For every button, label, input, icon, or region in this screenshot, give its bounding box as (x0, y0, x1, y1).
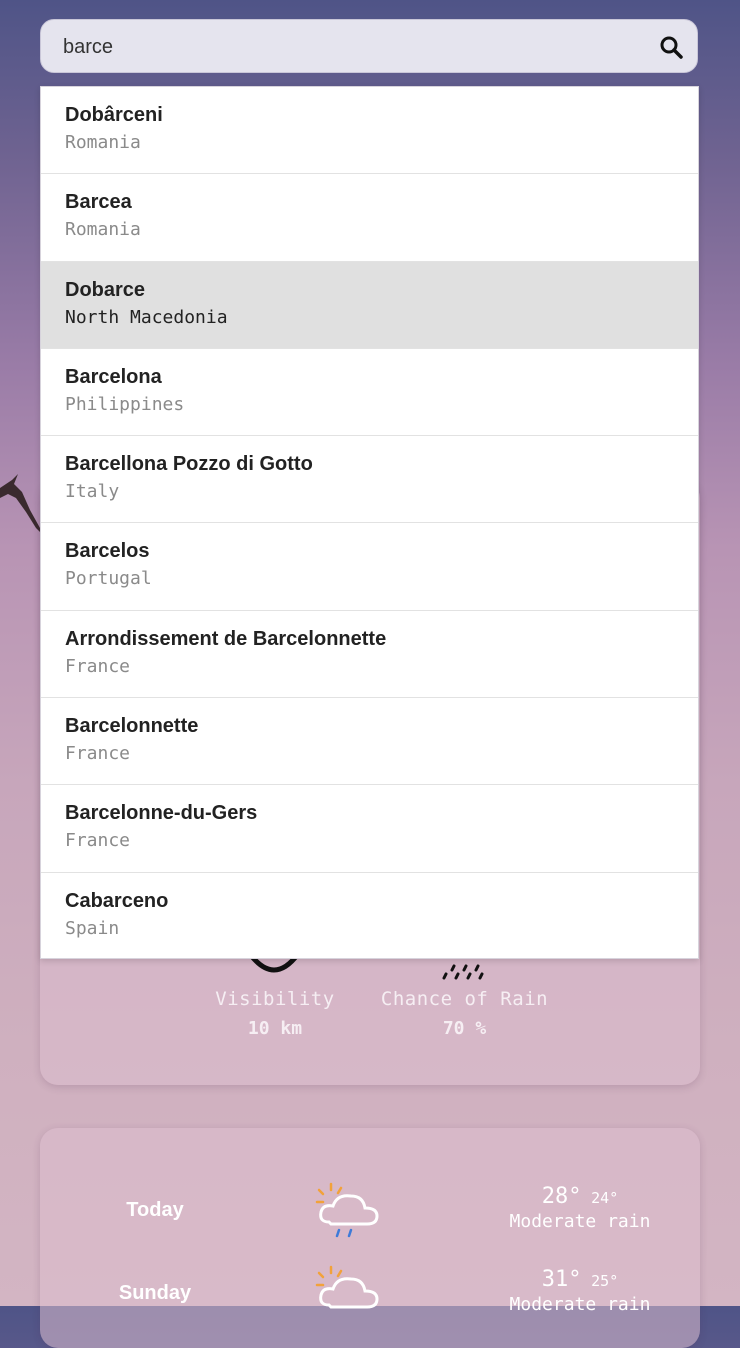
suggestion-item[interactable]: Barcea Romania (41, 174, 698, 262)
suggestion-country: Italy (65, 481, 120, 503)
suggestion-city: Barcelos (65, 540, 150, 563)
suggestion-city: Dobarce (65, 278, 146, 301)
suggestion-country: Spain (65, 917, 120, 939)
suggestion-city: Barcelonnette (65, 715, 199, 738)
forecast-condition: Moderate rain (509, 1211, 651, 1232)
forecast-low: 25° (591, 1272, 619, 1290)
rain-stat: Chance of Rain 70 % (372, 988, 557, 1039)
suggestion-city: Arrondissement de Barcelonnette (65, 627, 387, 650)
search-input[interactable] (61, 20, 645, 74)
forecast-row: Sunday 31° 25° Moderate rain (40, 1265, 700, 1325)
suggestion-country: Romania (65, 132, 141, 153)
suggestion-item[interactable]: Barcelos Portugal (41, 523, 698, 611)
visibility-stat: Visibility 10 km (205, 988, 345, 1039)
suggestion-item[interactable]: Barcelona Philippines (41, 349, 698, 437)
sun-cloud-rain-icon (315, 1265, 379, 1309)
suggestion-item[interactable]: Arrondissement de Barcelonnette France (41, 611, 698, 699)
suggestion-item[interactable]: Cabarceno Spain (41, 873, 698, 960)
search-icon[interactable] (659, 35, 683, 59)
suggestion-city: Barcea (65, 191, 132, 214)
visibility-label: Visibility (215, 988, 335, 1010)
suggestion-country: France (65, 830, 131, 852)
suggestion-city: Cabarceno (65, 889, 169, 912)
search-suggestions-dropdown: Dobârceni Romania Barcea Romania Dobarce… (40, 86, 699, 959)
forecast-day: Sunday (118, 1282, 192, 1304)
visibility-value: 10 km (247, 1018, 303, 1039)
suggestion-item[interactable]: Barcellona Pozzo di Gotto Italy (41, 436, 698, 524)
suggestion-city: Barcellona Pozzo di Gotto (65, 453, 313, 476)
forecast-high: 28° (541, 1184, 582, 1209)
suggestion-country: North Macedonia (65, 306, 228, 328)
suggestion-item-highlighted[interactable]: Dobarce North Macedonia (41, 261, 698, 349)
suggestion-city: Barcelona (65, 365, 162, 388)
suggestion-item[interactable]: Dobârceni Romania (41, 87, 698, 175)
suggestion-country: Philippines (65, 393, 185, 415)
suggestion-country: Portugal (65, 568, 152, 590)
suggestion-country: France (65, 743, 131, 765)
forecast-temps: 31° 25° Moderate rain (495, 1267, 665, 1315)
forecast-row: Today 28° 24° Moderate rain (40, 1182, 700, 1242)
suggestion-city: Barcelonne-du-Gers (65, 802, 258, 825)
tree-branch-decoration (0, 474, 44, 536)
suggestion-item[interactable]: Barcelonnette France (41, 698, 698, 786)
sun-cloud-rain-icon (315, 1182, 379, 1238)
city-search-box (40, 19, 698, 74)
forecast-day: Today (126, 1199, 184, 1221)
suggestion-country: Romania (65, 219, 141, 241)
forecast-condition: Moderate rain (509, 1294, 651, 1315)
suggestion-country: France (65, 655, 131, 677)
rain-value: 70 % (442, 1018, 487, 1039)
forecast-low: 24° (591, 1189, 619, 1207)
suggestion-city: Dobârceni (65, 104, 163, 126)
rain-label: Chance of Rain (380, 988, 549, 1010)
forecast-temps: 28° 24° Moderate rain (495, 1184, 665, 1232)
forecast-high: 31° (541, 1267, 582, 1292)
rain-icon (442, 964, 484, 980)
suggestion-item[interactable]: Barcelonne-du-Gers France (41, 785, 698, 873)
